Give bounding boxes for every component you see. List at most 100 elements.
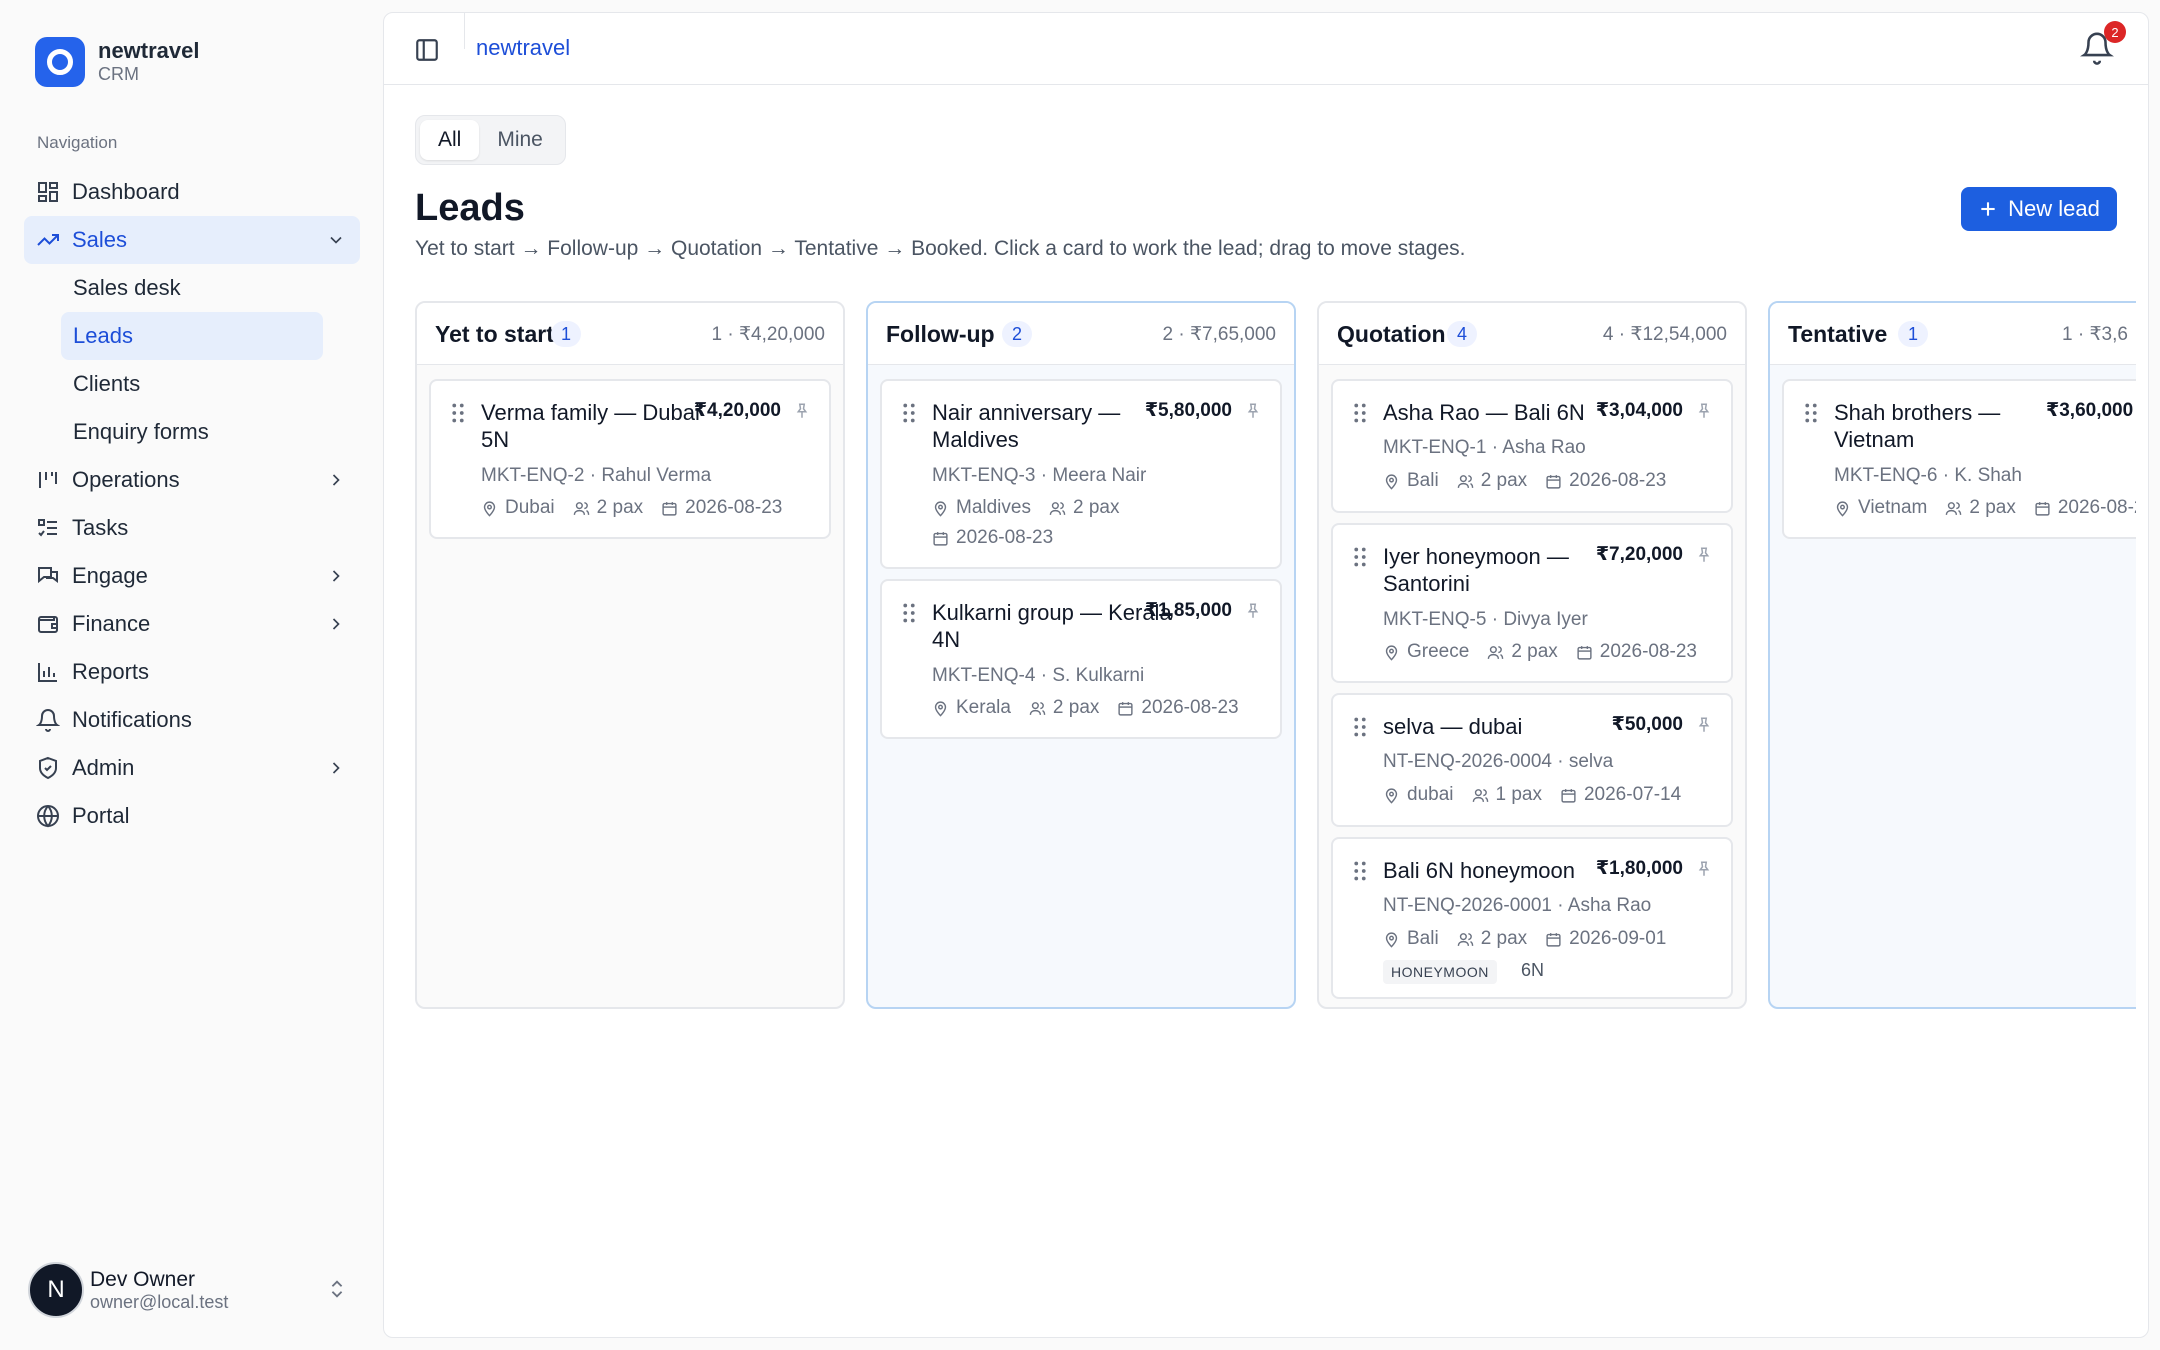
operations-icon xyxy=(39,472,57,488)
lead-code: MKT-ENQ-6 · K. Shah xyxy=(1834,465,2022,486)
sidebar-item-label: Reports xyxy=(72,659,150,684)
sales-subnav: Sales desk Leads Clients Enquiry forms xyxy=(61,264,360,456)
lead-pax: 2 pax xyxy=(596,497,644,518)
map-pin-icon xyxy=(934,700,947,717)
lead-card[interactable]: Asha Rao — Bali 6N ₹3,04,000 MKT-ENQ-1 ·… xyxy=(1331,379,1733,513)
pin-icon[interactable] xyxy=(793,401,811,421)
column-header: Follow-up 2 2 · ₹7,65,000 xyxy=(868,303,1294,365)
users-icon xyxy=(573,501,589,515)
grip-icon[interactable] xyxy=(902,403,916,423)
lead-card[interactable]: Bali 6N honeymoon ₹1,80,000 NT-ENQ-2026-… xyxy=(1331,837,1733,999)
column-title: Tentative xyxy=(1788,321,1888,347)
sidebar-item-label: Engage xyxy=(72,563,148,588)
user-menu[interactable]: N Dev Owner owner@local.test xyxy=(28,1262,348,1318)
users-icon xyxy=(1472,788,1488,802)
lead-date: 2026-08-23 xyxy=(685,497,783,518)
lead-date: 2026-08-23 xyxy=(956,527,1054,548)
sidebar-item-operations[interactable]: Operations xyxy=(24,456,360,504)
lead-card[interactable]: Verma family — Dubai 5N ₹4,20,000 MKT-EN… xyxy=(429,379,831,539)
lead-pax: 2 pax xyxy=(1969,497,2016,518)
lead-card[interactable]: Iyer honeymoon — Santorini ₹7,20,000 MKT… xyxy=(1331,523,1733,683)
sidebar-nav: Dashboard Sales Sales desk Leads Clients… xyxy=(24,168,360,840)
grip-icon[interactable] xyxy=(1353,403,1367,423)
lead-value: ₹4,20,000 xyxy=(693,400,781,421)
sidebar-item-finance[interactable]: Finance xyxy=(24,600,360,648)
calendar-icon xyxy=(662,501,677,516)
lead-destination: Dubai xyxy=(505,497,555,518)
divider xyxy=(464,13,465,49)
map-pin-icon xyxy=(1385,644,1398,661)
pin-icon[interactable] xyxy=(1244,601,1262,621)
sidebar-item-dashboard[interactable]: Dashboard xyxy=(24,168,360,216)
column-title: Yet to start xyxy=(435,321,554,347)
calendar-icon xyxy=(1561,788,1576,803)
lead-title: Iyer honeymoon — Santorini xyxy=(1383,544,1569,596)
chevron-right-icon xyxy=(332,618,340,630)
grip-icon[interactable] xyxy=(1353,717,1367,737)
brand-sub: CRM xyxy=(98,64,139,85)
map-pin-icon xyxy=(1836,500,1849,517)
pin-icon[interactable] xyxy=(1695,545,1713,565)
pin-icon[interactable] xyxy=(1695,401,1713,421)
sidebar-item-tasks[interactable]: Tasks xyxy=(24,504,360,552)
trending-up-icon xyxy=(37,234,59,246)
tab-all[interactable]: All xyxy=(420,120,480,160)
tab-mine[interactable]: Mine xyxy=(479,120,561,160)
lead-destination: Maldives xyxy=(956,497,1031,518)
sidebar-item-label: Dashboard xyxy=(72,179,180,204)
lead-card[interactable]: Kulkarni group — Kerala 4N ₹1,85,000 MKT… xyxy=(880,579,1282,739)
calendar-icon xyxy=(1118,701,1133,716)
brand[interactable]: newtravel CRM xyxy=(35,37,200,87)
nav-caption: Navigation xyxy=(37,133,118,152)
pin-icon[interactable] xyxy=(1695,859,1713,879)
lead-date: 2026-07-14 xyxy=(1583,784,1682,805)
sidebar-item-engage[interactable]: Engage xyxy=(24,552,360,600)
column-count: 1 xyxy=(551,321,581,347)
lead-code: MKT-ENQ-2 · Rahul Verma xyxy=(481,465,712,486)
chevron-down-icon xyxy=(330,236,342,244)
lead-title: Bali 6N honeymoon xyxy=(1383,858,1576,883)
new-lead-button[interactable]: New lead xyxy=(1961,187,2117,231)
lead-card[interactable]: selva — dubai ₹50,000 NT-ENQ-2026-0004 ·… xyxy=(1331,693,1733,827)
subnav-item-leads[interactable]: Leads xyxy=(61,312,323,360)
wallet-icon xyxy=(38,616,58,633)
lead-card[interactable]: Shah brothers — Vietnam ₹3,60,000 MKT-EN… xyxy=(1782,379,2136,539)
sidebar-item-admin[interactable]: Admin xyxy=(24,744,360,792)
chevrons-up-down-icon xyxy=(331,1280,343,1298)
grip-icon[interactable] xyxy=(902,603,916,623)
page-title: Leads xyxy=(415,187,525,229)
grip-icon[interactable] xyxy=(1353,861,1367,881)
grip-icon[interactable] xyxy=(1353,547,1367,567)
sidebar-item-label: Tasks xyxy=(72,515,129,540)
users-icon xyxy=(1049,501,1066,515)
sidebar-item-notifications[interactable]: Notifications xyxy=(24,696,360,744)
pin-icon[interactable] xyxy=(1695,715,1713,735)
subnav-item-sales-desk[interactable]: Sales desk xyxy=(61,264,323,312)
pin-icon[interactable] xyxy=(1244,401,1262,421)
column-summary: 1 · ₹3,6 xyxy=(2062,324,2128,345)
main-panel: newtravel 2 All Mine Leads Yet to start … xyxy=(383,12,2149,1338)
lead-pax: 2 pax xyxy=(1052,697,1100,718)
column-count: 4 xyxy=(1447,321,1477,347)
lead-title: Kulkarni group — Kerala 4N xyxy=(932,600,1172,652)
grip-icon[interactable] xyxy=(1804,403,1818,423)
grip-icon[interactable] xyxy=(451,403,465,423)
sidebar-item-reports[interactable]: Reports xyxy=(24,648,360,696)
lead-pax: 1 pax xyxy=(1495,784,1542,805)
lead-date: 2026-08-23 xyxy=(2057,497,2136,518)
lead-destination: dubai xyxy=(1407,784,1454,805)
dashboard-icon xyxy=(38,182,58,202)
lead-code: NT-ENQ-2026-0004 · selva xyxy=(1383,751,1614,772)
breadcrumb[interactable]: newtravel xyxy=(476,35,570,61)
sidebar-item-portal[interactable]: Portal xyxy=(24,792,360,840)
sidebar-toggle-icon[interactable] xyxy=(414,37,440,63)
subnav-item-clients[interactable]: Clients xyxy=(61,360,323,408)
calendar-icon xyxy=(1577,645,1592,660)
sidebar-item-sales[interactable]: Sales xyxy=(24,216,360,264)
subnav-item-enquiry-forms[interactable]: Enquiry forms xyxy=(61,408,323,456)
users-icon xyxy=(1946,501,1962,515)
users-icon xyxy=(1029,701,1046,715)
column-count: 2 xyxy=(1002,321,1032,347)
column-quotation: Quotation 4 4 · ₹12,54,000 Asha Rao — Ba… xyxy=(1317,301,1747,1009)
lead-card[interactable]: Nair anniversary — Maldives ₹5,80,000 MK… xyxy=(880,379,1282,569)
